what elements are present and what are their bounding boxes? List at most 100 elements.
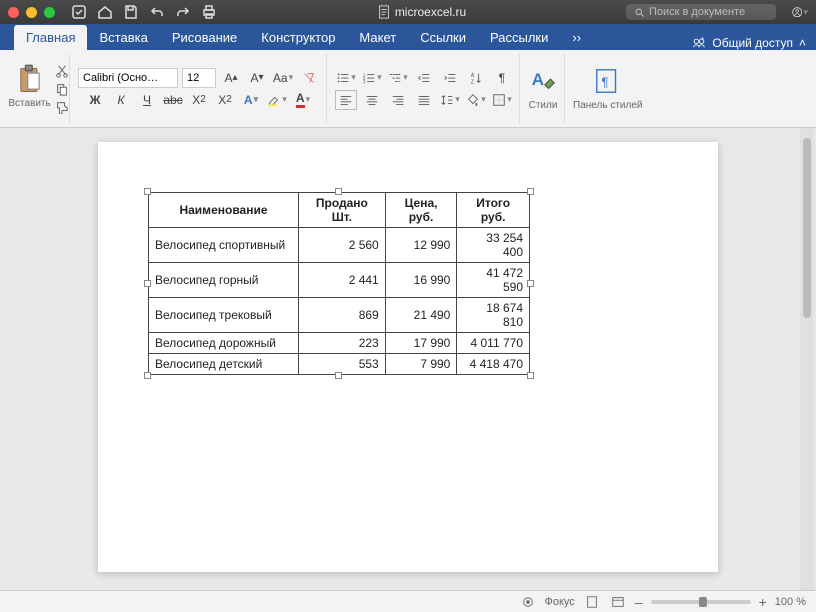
resize-handle[interactable] [335, 372, 342, 379]
increase-indent-icon[interactable] [439, 68, 461, 88]
resize-handle[interactable] [527, 372, 534, 379]
table-row[interactable]: Велосипед горный2 44116 99041 472 590 [149, 263, 530, 298]
table-row[interactable]: Велосипед трековый86921 49018 674 810 [149, 298, 530, 333]
scrollbar-thumb[interactable] [803, 138, 811, 318]
cell-total[interactable]: 4 418 470 [457, 354, 530, 375]
align-center-icon[interactable] [361, 90, 383, 110]
table-row[interactable]: Велосипед спортивный2 56012 99033 254 40… [149, 228, 530, 263]
zoom-level[interactable]: 100 % [775, 596, 806, 608]
subscript-button[interactable]: X2 [188, 90, 210, 110]
focus-label[interactable]: Фокус [545, 596, 575, 608]
shading-icon[interactable]: ▾ [465, 90, 487, 110]
cell-name[interactable]: Велосипед трековый [149, 298, 299, 333]
col-header[interactable]: Итого руб. [457, 193, 530, 228]
bold-button[interactable]: Ж [84, 90, 106, 110]
increase-font-icon[interactable]: A▴ [220, 68, 242, 88]
font-size-select[interactable] [182, 68, 216, 88]
tab-draw[interactable]: Рисование [160, 25, 249, 50]
close-window-button[interactable] [8, 7, 19, 18]
font-color-icon[interactable]: A▾ [292, 90, 314, 110]
decrease-indent-icon[interactable] [413, 68, 435, 88]
ribbon-toggle-icon[interactable]: ˄ [799, 36, 806, 50]
resize-handle[interactable] [335, 188, 342, 195]
page[interactable]: Наименование Продано Шт. Цена, руб. Итог… [98, 142, 718, 572]
styles-pane-icon[interactable]: ¶ [593, 66, 623, 96]
tab-home[interactable]: Главная [14, 25, 87, 50]
resize-handle[interactable] [144, 372, 151, 379]
change-case-icon[interactable]: Aa▾ [272, 68, 294, 88]
cell-name[interactable]: Велосипед горный [149, 263, 299, 298]
cell-total[interactable]: 41 472 590 [457, 263, 530, 298]
zoom-slider[interactable] [651, 600, 751, 604]
show-marks-icon[interactable]: ¶ [491, 68, 513, 88]
zoom-slider-thumb[interactable] [699, 597, 707, 607]
cell-name[interactable]: Велосипед дорожный [149, 333, 299, 354]
underline-button[interactable]: Ч [136, 90, 158, 110]
tab-design[interactable]: Конструктор [249, 25, 347, 50]
cell-price[interactable]: 7 990 [385, 354, 457, 375]
line-spacing-icon[interactable]: ▾ [439, 90, 461, 110]
cell-price[interactable]: 12 990 [385, 228, 457, 263]
sort-icon[interactable]: AZ [465, 68, 487, 88]
multilevel-list-icon[interactable]: ▾ [387, 68, 409, 88]
cell-name[interactable]: Велосипед детский [149, 354, 299, 375]
cut-icon[interactable] [55, 64, 69, 78]
cell-price[interactable]: 17 990 [385, 333, 457, 354]
autosave-icon[interactable] [71, 4, 87, 20]
cell-total[interactable]: 33 254 400 [457, 228, 530, 263]
tab-more[interactable]: ›› [560, 25, 593, 50]
font-name-select[interactable] [78, 68, 178, 88]
tab-references[interactable]: Ссылки [408, 25, 478, 50]
focus-mode-icon[interactable] [519, 594, 537, 610]
justify-icon[interactable] [413, 90, 435, 110]
cell-name[interactable]: Велосипед спортивный [149, 228, 299, 263]
cell-qty[interactable]: 2 441 [299, 263, 386, 298]
strikethrough-button[interactable]: abc [162, 90, 184, 110]
web-layout-icon[interactable] [609, 594, 627, 610]
resize-handle[interactable] [527, 188, 534, 195]
cell-price[interactable]: 21 490 [385, 298, 457, 333]
cell-price[interactable]: 16 990 [385, 263, 457, 298]
cell-qty[interactable]: 869 [299, 298, 386, 333]
vertical-scrollbar[interactable] [800, 128, 814, 590]
redo-icon[interactable] [175, 4, 191, 20]
zoom-in-button[interactable]: + [759, 594, 767, 610]
highlight-icon[interactable]: ▾ [266, 90, 288, 110]
col-header[interactable]: Цена, руб. [385, 193, 457, 228]
zoom-out-button[interactable]: – [635, 594, 643, 610]
print-layout-icon[interactable] [583, 594, 601, 610]
tab-layout[interactable]: Макет [347, 25, 408, 50]
tab-insert[interactable]: Вставка [87, 25, 159, 50]
align-right-icon[interactable] [387, 90, 409, 110]
clear-format-icon[interactable] [298, 68, 320, 88]
paste-icon[interactable] [16, 64, 44, 96]
decrease-font-icon[interactable]: A▾ [246, 68, 268, 88]
styles-icon[interactable]: A [528, 66, 558, 96]
copy-icon[interactable] [55, 82, 69, 96]
data-table[interactable]: Наименование Продано Шт. Цена, руб. Итог… [148, 192, 530, 375]
resize-handle[interactable] [527, 280, 534, 287]
resize-handle[interactable] [144, 280, 151, 287]
text-effects-icon[interactable]: A▾ [240, 90, 262, 110]
italic-button[interactable]: К [110, 90, 132, 110]
superscript-button[interactable]: X2 [214, 90, 236, 110]
align-left-icon[interactable] [335, 90, 357, 110]
borders-icon[interactable]: ▾ [491, 90, 513, 110]
undo-icon[interactable] [149, 4, 165, 20]
cell-qty[interactable]: 223 [299, 333, 386, 354]
col-header[interactable]: Наименование [149, 193, 299, 228]
share-button[interactable]: Общий доступ [712, 36, 793, 50]
format-painter-icon[interactable] [55, 100, 69, 114]
resize-handle[interactable] [144, 188, 151, 195]
user-account-icon[interactable]: ▾ [792, 4, 808, 20]
numbering-icon[interactable]: 123▾ [361, 68, 383, 88]
table-row[interactable]: Велосипед дорожный22317 9904 011 770 [149, 333, 530, 354]
cell-qty[interactable]: 2 560 [299, 228, 386, 263]
bullets-icon[interactable]: ▾ [335, 68, 357, 88]
maximize-window-button[interactable] [44, 7, 55, 18]
home-icon[interactable] [97, 4, 113, 20]
col-header[interactable]: Продано Шт. [299, 193, 386, 228]
print-icon[interactable] [201, 4, 217, 20]
cell-total[interactable]: 4 011 770 [457, 333, 530, 354]
minimize-window-button[interactable] [26, 7, 37, 18]
